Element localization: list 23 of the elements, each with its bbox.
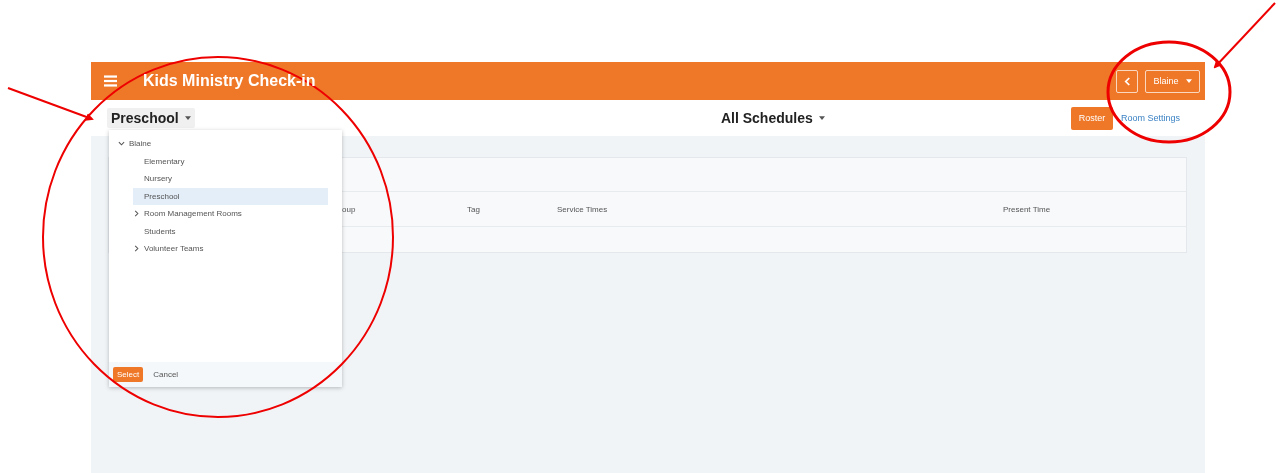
- tree-item[interactable]: Blaine: [118, 135, 342, 153]
- chevron-right-icon[interactable]: [133, 210, 140, 218]
- column-header: Service Times: [557, 204, 608, 214]
- tree-item[interactable]: Volunteer Teams: [133, 240, 328, 258]
- column-header: oup: [342, 204, 356, 214]
- tree-item[interactable]: Students: [133, 222, 328, 240]
- column-header: Present Time: [1003, 204, 1051, 214]
- caret-icon: [818, 116, 825, 120]
- chevron-left-icon: [1123, 76, 1131, 86]
- tree-item[interactable]: Preschool: [133, 187, 328, 205]
- tree-item[interactable]: Elementary: [133, 152, 328, 170]
- column-header: Tag: [467, 204, 480, 214]
- room-dropdown[interactable]: Preschool: [107, 108, 195, 128]
- room-settings-link[interactable]: Room Settings: [1121, 113, 1180, 123]
- menu-icon[interactable]: [104, 75, 117, 87]
- chevron-down-icon[interactable]: [118, 140, 125, 148]
- chevron-right-icon[interactable]: [133, 245, 140, 253]
- caret-icon: [184, 116, 191, 120]
- tree-item[interactable]: Room Management Rooms: [133, 205, 328, 223]
- cancel-button[interactable]: Cancel: [149, 367, 183, 382]
- caret-icon: [1185, 79, 1192, 83]
- schedule-dropdown[interactable]: All Schedules: [716, 108, 829, 128]
- tree-item[interactable]: Nursery: [133, 170, 328, 188]
